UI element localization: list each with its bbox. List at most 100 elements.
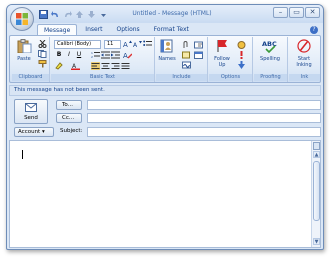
cc-field[interactable] [87,113,321,123]
clear-formatting-icon[interactable]: A [123,51,132,59]
info-bar: This message has not been sent. [9,85,321,96]
close-icon[interactable]: ✕ [305,7,320,18]
flag-icon [217,40,227,52]
window-controls: – ▭ ✕ [273,7,320,18]
ribbon: Paste Clipboard Calibri (Body) 11 A A B … [9,35,321,83]
paste-label: Paste [17,56,31,62]
names-label: Names [158,56,176,62]
copy-icon[interactable] [38,50,47,58]
undo-icon[interactable] [51,10,60,19]
decrease-indent-icon[interactable] [101,51,110,59]
underline-button[interactable]: U [75,51,83,59]
svg-text:A: A [133,42,138,48]
paste-button[interactable]: Paste [13,39,35,73]
ink-group: Start Inking Ink [289,37,320,82]
down-arrow-icon[interactable] [87,10,96,19]
svg-text:2: 2 [91,55,93,59]
include-group-label: Include [156,74,207,81]
ribbon-tabs: Message Insert Options Format Text [37,24,195,35]
account-label: Account [18,129,41,135]
redo-icon[interactable] [63,10,72,19]
scroll-up-icon[interactable]: ▲ [313,151,320,158]
attach-file-icon[interactable] [182,41,191,49]
send-button[interactable]: Send [14,99,48,124]
names-button[interactable]: Names [156,39,178,73]
low-importance-icon[interactable] [237,61,246,69]
high-importance-icon[interactable] [237,51,246,59]
tab-insert[interactable]: Insert [79,24,108,35]
restore-icon[interactable]: ▭ [289,7,304,18]
signature-icon[interactable] [182,61,191,69]
increase-indent-icon[interactable] [111,51,120,59]
start-inking-button[interactable]: Start Inking [293,39,315,73]
text-caret [22,150,23,159]
window-title: Untitled - Message (HTML) [132,10,212,17]
chevron-down-icon: ▾ [41,129,45,135]
align-center-icon[interactable] [101,62,110,70]
subject-field[interactable] [87,127,321,137]
attach-item-icon[interactable] [182,51,191,59]
shrink-font-icon[interactable]: A [133,40,142,48]
ruler-toggle-icon[interactable] [313,142,320,150]
permission-icon[interactable] [237,41,246,49]
svg-text:A: A [123,52,128,59]
grow-font-icon[interactable]: A [123,40,132,48]
office-logo-icon [16,13,28,25]
vertical-scrollbar[interactable]: ▲ ▼ [311,141,320,247]
proofing-group-label: Proofing [254,74,287,81]
up-arrow-icon[interactable] [75,10,84,19]
follow-up-button[interactable]: Follow Up [211,39,233,73]
quick-access-toolbar [39,9,108,19]
font-name-value: Calibri (Body) [57,41,92,47]
tab-message[interactable]: Message [37,24,78,35]
spelling-icon: ABC [262,40,277,54]
bullets-icon[interactable] [143,40,152,48]
message-body[interactable]: ▲ ▼ [9,140,321,248]
font-size-combo[interactable]: 11 [104,40,121,49]
office-button[interactable] [10,7,34,31]
follow-up-label-2: Up [218,62,226,68]
options-group-label: Options [209,74,252,81]
scroll-thumb[interactable] [313,161,320,221]
spelling-button[interactable]: ABC Spelling [259,39,281,73]
calendar-icon[interactable] [194,51,203,59]
justify-icon[interactable] [121,62,130,70]
clipboard-group: Paste Clipboard [12,37,50,82]
font-name-combo[interactable]: Calibri (Body) [54,40,101,49]
bold-button[interactable]: B [55,51,63,59]
svg-text:A: A [123,41,128,48]
scroll-down-icon[interactable]: ▼ [313,238,320,245]
to-button[interactable]: To... [56,100,82,110]
font-color-icon[interactable]: A [71,62,80,70]
proofing-group: ABC Spelling Proofing [254,37,288,82]
include-group: Names Include [156,37,208,82]
align-right-icon[interactable] [111,62,120,70]
title-bar: Untitled - Message (HTML) – ▭ ✕ [7,5,323,23]
options-group: Follow Up Options [209,37,253,82]
ink-group-label: Ink [289,74,320,81]
basic-text-group-label: Basic Text [51,74,154,81]
italic-button[interactable]: I [65,51,73,59]
highlight-icon[interactable] [55,62,64,70]
subject-label: Subject: [60,128,83,134]
to-field[interactable] [87,100,321,110]
pen-icon [297,39,311,53]
business-card-icon[interactable] [194,41,203,49]
cut-icon[interactable] [38,40,47,48]
cc-button[interactable]: Cc... [56,113,82,123]
align-left-icon[interactable] [91,62,100,70]
format-painter-icon[interactable] [38,60,47,68]
minimize-icon[interactable]: – [273,7,288,18]
basic-text-group: Calibri (Body) 11 A A B I U 12 A A Basic… [51,37,155,82]
start-inking-label-2: Inking [296,62,312,68]
tab-format-text[interactable]: Format Text [148,24,195,35]
tab-options[interactable]: Options [111,24,146,35]
paste-icon [17,39,32,54]
envelope-icon [25,103,37,112]
save-icon[interactable] [39,9,48,19]
clipboard-group-label: Clipboard [12,74,49,81]
numbering-icon[interactable]: 12 [91,51,100,59]
message-window: Untitled - Message (HTML) – ▭ ✕ Message … [6,4,324,250]
account-button[interactable]: Account ▾ [14,127,54,137]
help-icon[interactable]: ? [310,26,318,34]
